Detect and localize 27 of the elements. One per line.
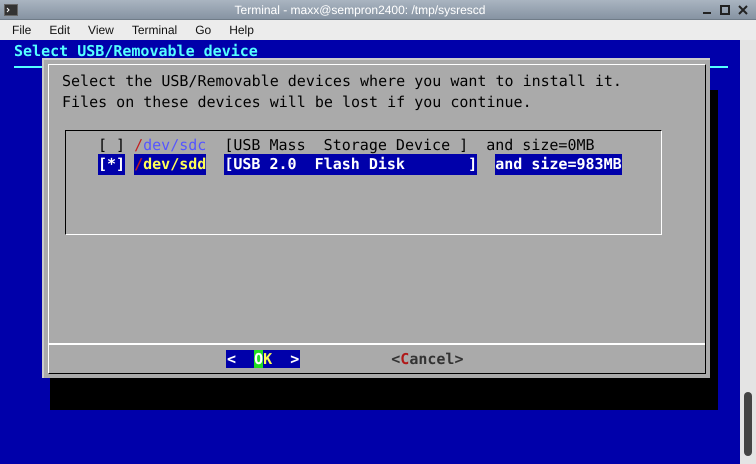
menu-item[interactable]: Edit	[49, 21, 70, 39]
device-description: [USB Mass Storage Device ]	[224, 135, 468, 156]
window-title: Terminal - maxx@sempron2400: /tmp/sysrescd	[234, 2, 486, 18]
menu-item[interactable]: View	[88, 21, 114, 39]
device-description: [USB 2.0 Flash Disk ]	[224, 154, 478, 175]
dialog-text: Files on these devices will be lost if you continue.	[62, 92, 533, 113]
device-checkbox[interactable]: [ ]	[98, 135, 126, 156]
device-size: and size=983MB	[495, 154, 622, 175]
menu-item[interactable]: Help	[229, 21, 254, 39]
scrollbar-thumb[interactable]	[744, 392, 752, 456]
scrollbar[interactable]	[740, 40, 756, 464]
menu-item[interactable]: File	[12, 21, 32, 39]
terminal-icon[interactable]	[4, 4, 18, 16]
backtitle: Select USB/Removable device	[13, 41, 259, 62]
device-size: and size=0MB	[486, 135, 595, 156]
close-icon[interactable]	[738, 4, 748, 14]
device-path: /dev/sdc	[134, 135, 206, 156]
dialog-text: Select the USB/Removable devices where you want to install it.	[62, 71, 623, 92]
dialog-button[interactable]: < OK >	[226, 350, 300, 368]
dialog-button[interactable]: <Cancel>	[390, 350, 464, 368]
menu-item[interactable]: Go	[195, 21, 212, 39]
device-row[interactable]: [ ] /dev/sdc [USB Mass Storage Device ] and size=0MB	[98, 136, 661, 155]
menu-item[interactable]: Terminal	[132, 21, 178, 39]
device-path: /dev/sdd	[134, 154, 206, 175]
maximize-icon[interactable]	[720, 4, 730, 14]
device-checkbox[interactable]: [*]	[98, 154, 126, 175]
device-row[interactable]: [*] /dev/sdd [USB 2.0 Flash Disk ] and size=983MB	[98, 155, 661, 174]
